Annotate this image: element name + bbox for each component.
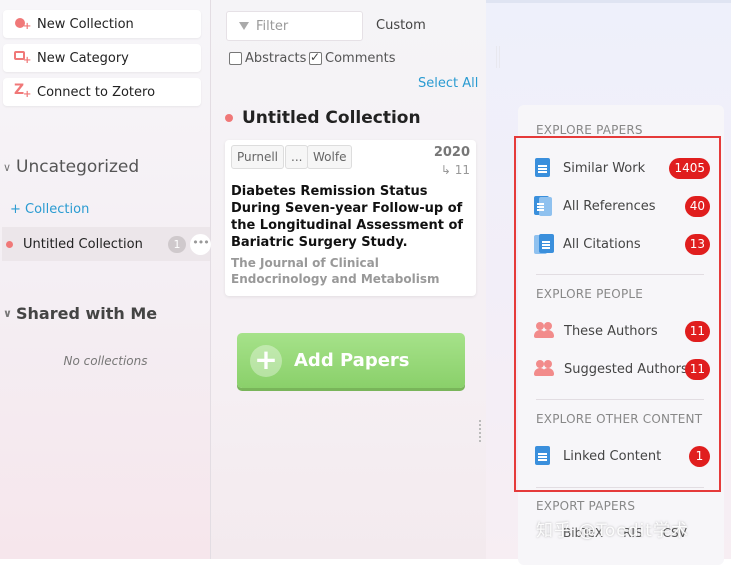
connect-zotero-button[interactable]: Z + Connect to Zotero — [3, 78, 201, 106]
chevron-down-icon: ∨ — [3, 307, 12, 320]
author-chip[interactable]: Purnell — [231, 145, 285, 169]
checkbox-empty-icon — [229, 52, 242, 65]
new-category-icon: + — [13, 50, 33, 66]
paper-title[interactable]: Diabetes Remission Status During Seven-y… — [231, 183, 467, 251]
highlight-annotation-box — [514, 136, 721, 492]
custom-sort-button[interactable]: Custom — [376, 18, 426, 33]
abstracts-checkbox[interactable]: Abstracts — [229, 51, 306, 66]
paper-year: 2020 — [433, 145, 470, 160]
author-ellipsis-chip[interactable]: ... — [285, 145, 309, 169]
filter-input[interactable]: Filter — [226, 11, 363, 41]
more-options-icon[interactable]: ••• — [190, 234, 211, 255]
watermark-text: 知乎 @Toedit学术 — [536, 521, 689, 541]
no-collections-text: No collections — [63, 354, 148, 368]
chevron-down-icon: ∨ — [3, 160, 12, 174]
new-collection-button[interactable]: + New Collection — [3, 10, 201, 38]
add-papers-button[interactable]: + Add Papers — [237, 333, 465, 388]
comments-checkbox[interactable]: Comments — [309, 50, 396, 66]
citation-count: ↳ 11 — [441, 163, 470, 177]
new-collection-icon: + — [13, 16, 33, 32]
checkbox-checked-icon — [309, 50, 322, 65]
paper-card[interactable]: Purnell ... Wolfe 2020 ↳ 11 Diabetes Rem… — [225, 140, 476, 296]
select-all-link[interactable]: Select All — [418, 76, 478, 91]
panel-resize-handle[interactable] — [479, 420, 482, 442]
citation-count-value: 11 — [454, 163, 470, 177]
uncategorized-heading: Uncategorized — [16, 157, 140, 177]
zotero-icon: Z + — [14, 82, 32, 100]
uncategorized-section-toggle[interactable]: ∨ Uncategorized — [3, 157, 139, 177]
collection-color-dot — [225, 114, 233, 122]
author-chip[interactable]: Wolfe — [307, 145, 353, 169]
collection-color-dot — [6, 240, 13, 248]
sidebar: + New Collection + New Category Z + Conne… — [0, 0, 211, 559]
sidebar-item-untitled-collection[interactable]: Untitled Collection 1 ••• — [2, 227, 211, 261]
citation-arrow-icon: ↳ — [440, 163, 455, 177]
collection-count-badge: 1 — [168, 236, 186, 253]
shared-section-toggle[interactable]: ∨ Shared with Me — [3, 304, 157, 323]
export-papers-heading: EXPORT PAPERS — [536, 499, 636, 513]
add-collection-link[interactable]: + Collection — [10, 202, 89, 217]
filter-placeholder: Filter — [256, 18, 289, 34]
plus-icon: + — [250, 344, 282, 377]
new-category-label: New Category — [37, 50, 129, 66]
shared-with-me-heading: Shared with Me — [16, 304, 158, 323]
abstracts-label: Abstracts — [245, 51, 307, 66]
paper-journal: The Journal of Clinical Endocrinology an… — [231, 256, 440, 286]
filter-icon — [239, 22, 249, 30]
comments-label: Comments — [325, 51, 396, 66]
add-papers-label: Add Papers — [294, 350, 410, 371]
top-divider — [486, 0, 731, 3]
drag-handle-icon[interactable] — [496, 46, 500, 68]
new-category-button[interactable]: + New Category — [3, 44, 201, 72]
explore-papers-heading: EXPLORE PAPERS — [536, 123, 643, 137]
collection-panel: Filter Custom Abstracts Comments Select … — [211, 0, 486, 559]
new-collection-label: New Collection — [37, 16, 134, 32]
connect-zotero-label: Connect to Zotero — [37, 84, 156, 100]
collection-title-text: Untitled Collection — [242, 108, 421, 128]
collection-title: Untitled Collection — [225, 108, 421, 128]
collection-name: Untitled Collection — [23, 236, 143, 252]
